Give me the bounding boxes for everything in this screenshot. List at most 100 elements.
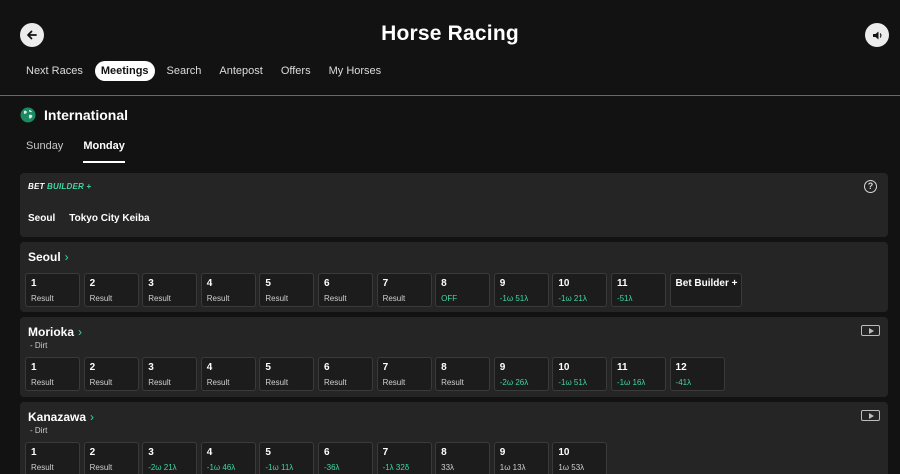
race-number: 7 xyxy=(382,447,389,458)
bet-builder-meetings: Seoul Tokyo City Keiba xyxy=(28,213,164,224)
race-status: Result xyxy=(31,294,54,303)
race-number: 8 xyxy=(441,362,447,373)
race-status: -1ω 46λ xyxy=(206,463,236,472)
race-number: 5 xyxy=(265,278,271,289)
meeting-surface: - Dirt xyxy=(30,426,48,435)
race-tile[interactable]: 12 -41λ xyxy=(669,357,725,391)
race-status: -1λ 32δ xyxy=(382,463,410,472)
meeting-link[interactable]: Seoul › xyxy=(28,250,69,264)
race-tile[interactable]: 11 -1ω 16λ xyxy=(610,357,666,391)
race-number: 2 xyxy=(89,278,96,289)
race-tile[interactable]: 10 -1ω 21λ xyxy=(552,273,608,307)
race-number: Bet Builder + xyxy=(675,278,738,289)
race-status: Result xyxy=(31,378,54,387)
race-tile[interactable]: 9 1ω 13λ xyxy=(493,442,549,474)
race-status: Result xyxy=(206,294,230,303)
nav-tab-meetings[interactable]: Meetings xyxy=(94,61,155,81)
nav-tab-search[interactable]: Search xyxy=(161,61,208,81)
race-number: 11 xyxy=(616,362,628,373)
race-tile[interactable]: 1 Result xyxy=(25,357,80,391)
race-status: -1ω 16λ xyxy=(616,378,646,387)
race-number: 3 xyxy=(148,278,154,289)
race-status: Result xyxy=(265,378,289,387)
race-status: -2ω 26λ xyxy=(499,378,529,387)
race-tile[interactable]: 5 -1ω 11λ xyxy=(259,442,315,474)
tab-monday[interactable]: Monday xyxy=(83,140,125,163)
chevron-right-icon: › xyxy=(90,410,95,424)
globe-icon xyxy=(20,107,36,123)
race-tile[interactable]: 6 Result xyxy=(317,273,373,307)
meeting-link[interactable]: Kanazawa › xyxy=(28,410,94,424)
meeting-surface: - Dirt xyxy=(30,341,48,350)
race-tile[interactable]: 2 Result xyxy=(83,442,139,474)
nav-tab-antepost[interactable]: Antepost xyxy=(213,61,268,81)
race-tile[interactable]: 4 Result xyxy=(200,273,256,307)
bet-builder-meeting-link[interactable]: Tokyo City Keiba xyxy=(69,213,149,224)
race-tile[interactable]: 7 -1λ 32δ xyxy=(376,442,432,474)
race-status: Result xyxy=(89,294,113,303)
bet-builder-logo: BET BUILDER + xyxy=(28,182,92,191)
race-status: Result xyxy=(265,294,289,303)
race-number: 8 xyxy=(441,278,447,289)
race-tile[interactable]: 5 Result xyxy=(259,357,315,391)
race-number: 4 xyxy=(206,362,213,373)
race-number: 9 xyxy=(499,447,506,458)
race-status: Result xyxy=(382,294,406,303)
race-tile[interactable]: 10 1ω 53λ xyxy=(552,442,608,474)
meeting-name: Seoul xyxy=(28,250,61,264)
race-number: 2 xyxy=(89,447,96,458)
race-list: 1 Result 2 Result 3 Result 4 Result 5 Result 6 Resu… xyxy=(25,273,745,307)
race-tile[interactable]: 5 Result xyxy=(259,273,315,307)
race-tile[interactable]: 2 Result xyxy=(83,357,139,391)
race-number: 6 xyxy=(323,447,330,458)
race-tile[interactable]: 7 Result xyxy=(376,357,432,391)
race-status: Result xyxy=(89,378,113,387)
meeting-link[interactable]: Morioka › xyxy=(28,325,82,339)
race-status: 33λ xyxy=(441,463,455,472)
meeting-name: Kanazawa xyxy=(28,410,87,424)
race-tile[interactable]: 3 -2ω 21λ xyxy=(142,442,198,474)
race-number: 9 xyxy=(499,362,506,373)
race-number: 6 xyxy=(323,278,330,289)
bet-builder-meeting-link[interactable]: Seoul xyxy=(28,213,55,224)
race-status: Result xyxy=(148,378,171,387)
video-play-icon[interactable] xyxy=(861,325,880,336)
video-play-icon[interactable] xyxy=(861,410,880,421)
race-tile[interactable]: 3 Result xyxy=(142,357,198,391)
bet-builder-race-button[interactable]: Bet Builder + xyxy=(669,273,742,307)
race-tile[interactable]: 9 -2ω 26λ xyxy=(493,357,549,391)
nav-tab-offers[interactable]: Offers xyxy=(275,61,317,81)
race-tile[interactable]: 8 33λ xyxy=(435,442,491,474)
meeting-card: Morioka › - Dirt 1 Result 2 Result 3 Result 4 Resu… xyxy=(20,317,888,397)
meeting-card: Kanazawa › - Dirt 1 Result 2 Result 3 -2ω 21λ 4 -1… xyxy=(20,402,888,474)
race-number: 2 xyxy=(89,362,96,373)
race-tile[interactable]: 10 -1ω 51λ xyxy=(552,357,608,391)
race-status: OFF xyxy=(441,294,458,303)
race-tile[interactable]: 4 Result xyxy=(200,357,256,391)
race-status: -1ω 21λ xyxy=(558,294,587,303)
nav-tab-next-races[interactable]: Next Races xyxy=(20,61,89,81)
race-tile[interactable]: 1 Result xyxy=(25,273,80,307)
race-tile[interactable]: 7 Result xyxy=(376,273,432,307)
race-number: 1 xyxy=(31,278,37,289)
meeting-card: Seoul › 1 Result 2 Result 3 Result 4 Result 5 Resul… xyxy=(20,242,888,312)
race-tile[interactable]: 11 -51λ xyxy=(610,273,666,307)
race-tile[interactable]: 1 Result xyxy=(25,442,80,474)
race-tile[interactable]: 4 -1ω 46λ xyxy=(200,442,256,474)
race-status: Result xyxy=(323,294,347,303)
sound-button[interactable] xyxy=(865,23,889,47)
race-number: 4 xyxy=(206,278,213,289)
race-tile[interactable]: 8 Result xyxy=(435,357,491,391)
help-icon[interactable]: ? xyxy=(864,180,877,193)
race-number: 7 xyxy=(382,278,389,289)
race-tile[interactable]: 9 -1ω 51λ xyxy=(493,273,549,307)
tab-sunday[interactable]: Sunday xyxy=(26,140,63,163)
race-tile[interactable]: 2 Result xyxy=(83,273,139,307)
race-tile[interactable]: 6 Result xyxy=(317,357,373,391)
section-header: International xyxy=(20,107,128,123)
race-tile[interactable]: 6 -36λ xyxy=(317,442,373,474)
race-tile[interactable]: 3 Result xyxy=(142,273,198,307)
nav-tab-my-horses[interactable]: My Horses xyxy=(323,61,388,81)
race-number: 10 xyxy=(558,447,570,458)
race-tile[interactable]: 8 OFF xyxy=(435,273,491,307)
